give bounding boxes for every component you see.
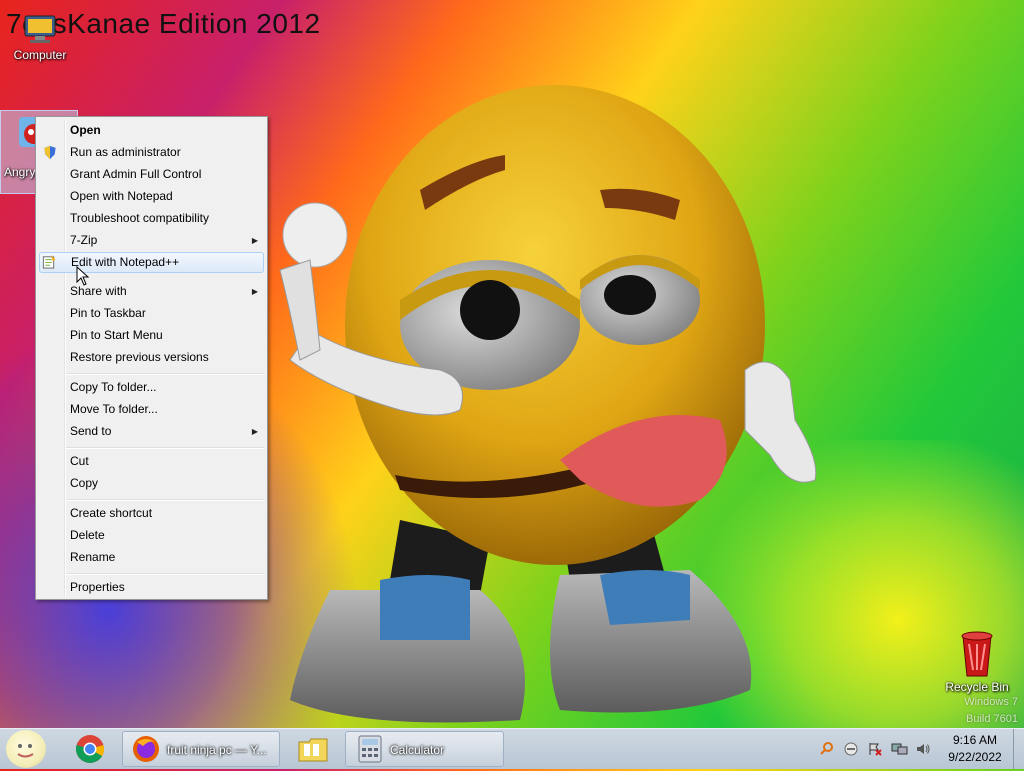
menu-item-share-with[interactable]: Share with ▶ <box>39 281 264 302</box>
calculator-taskbar-button[interactable]: Calculator <box>345 731 504 767</box>
watermark-line-2: Build 7601 <box>966 713 1018 725</box>
menu-item-copy-to-folder[interactable]: Copy To folder... <box>39 377 264 398</box>
menu-item-restore-previous-versions[interactable]: Restore previous versions <box>39 347 264 368</box>
watermark-line-1: Windows 7 <box>964 696 1018 708</box>
menu-item-send-to[interactable]: Send to ▶ <box>39 421 264 442</box>
menu-item-delete[interactable]: Delete <box>39 525 264 546</box>
menu-separator <box>66 447 264 449</box>
menu-item-create-shortcut[interactable]: Create shortcut <box>39 503 264 524</box>
calculator-icon <box>358 735 382 763</box>
computer-icon <box>22 14 58 44</box>
explorer-taskbar-button[interactable] <box>290 731 336 767</box>
menu-item-cut[interactable]: Cut <box>39 451 264 472</box>
action-center-flag-icon[interactable] <box>867 741 883 757</box>
menu-item-open-with-notepad[interactable]: Open with Notepad <box>39 186 264 207</box>
submenu-arrow-icon: ▶ <box>251 236 258 245</box>
menu-item-copy[interactable]: Copy <box>39 473 264 494</box>
computer-icon-label: Computer <box>13 48 67 62</box>
taskbar-clock[interactable]: 9:16 AM 9/22/2022 <box>935 732 1015 766</box>
menu-separator <box>66 373 264 375</box>
menu-item-pin-to-taskbar[interactable]: Pin to Taskbar <box>39 303 264 324</box>
context-menu: Open Run as administrator Grant Admin Fu… <box>35 116 268 600</box>
clock-date: 9/22/2022 <box>948 750 1002 764</box>
calculator-window-title: Calculator <box>390 743 445 757</box>
menu-item-edit-with-notepad-plus-plus[interactable]: Edit with Notepad++ <box>39 252 264 273</box>
menu-item-rename[interactable]: Rename <box>39 547 264 568</box>
recycle-bin-desktop-icon[interactable]: Recycle Bin <box>940 630 1014 694</box>
network-icon[interactable] <box>891 741 909 757</box>
submenu-arrow-icon: ▶ <box>251 287 258 296</box>
chrome-taskbar-button[interactable] <box>70 731 110 767</box>
firefox-taskbar-button[interactable]: fruit ninja pc — Y... <box>122 731 280 767</box>
menu-separator <box>66 573 264 575</box>
volume-icon[interactable] <box>915 741 931 757</box>
search-icon[interactable] <box>819 741 835 757</box>
computer-desktop-icon[interactable]: Computer <box>4 14 76 62</box>
menu-item-move-to-folder[interactable]: Move To folder... <box>39 399 264 420</box>
show-desktop-button[interactable] <box>1013 729 1024 769</box>
menu-item-properties[interactable]: Properties <box>39 577 264 598</box>
firefox-icon <box>133 736 159 762</box>
menu-item-7-zip[interactable]: 7-Zip ▶ <box>39 230 264 251</box>
notepad-plus-plus-icon <box>42 254 56 269</box>
menu-item-troubleshoot-compatibility[interactable]: Troubleshoot compatibility <box>39 208 264 229</box>
chrome-icon <box>75 735 105 763</box>
start-button[interactable] <box>6 730 46 768</box>
recycle-bin-label: Recycle Bin <box>945 680 1009 694</box>
menu-item-run-as-administrator[interactable]: Run as administrator <box>39 142 264 163</box>
taskbar: fruit ninja pc — Y... Calculator 9:16 AM… <box>0 728 1024 769</box>
mouse-cursor-icon <box>76 266 90 286</box>
shield-icon <box>44 145 56 160</box>
angry-icon-label: Angry <box>4 165 36 179</box>
menu-item-grant-admin-full-control[interactable]: Grant Admin Full Control <box>39 164 264 185</box>
minus-circle-icon[interactable] <box>843 741 859 757</box>
firefox-window-title: fruit ninja pc — Y... <box>167 743 267 757</box>
clock-time: 9:16 AM <box>952 733 998 747</box>
recycle-bin-icon <box>961 631 993 677</box>
menu-separator <box>66 499 264 501</box>
folder-icon <box>298 738 328 762</box>
start-orb-smiley-icon <box>17 744 34 758</box>
menu-item-pin-to-start-menu[interactable]: Pin to Start Menu <box>39 325 264 346</box>
submenu-arrow-icon: ▶ <box>251 427 258 436</box>
menu-item-open[interactable]: Open <box>39 120 264 141</box>
windows-watermark: Windows 7 Build 7601 <box>964 694 1018 728</box>
